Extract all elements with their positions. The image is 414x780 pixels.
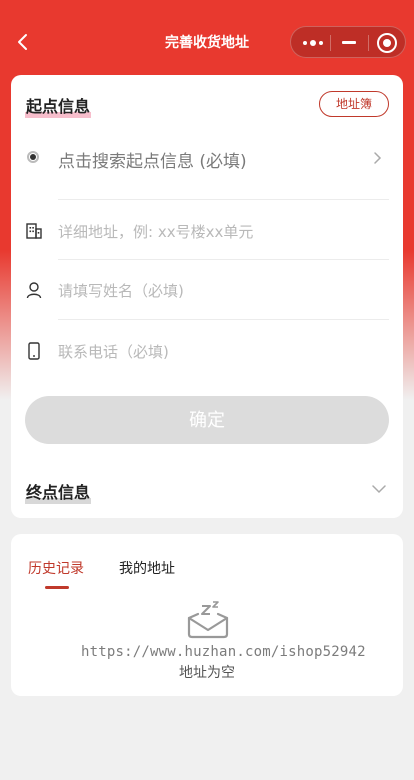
watermark-text: https://www.huzhan.com/ishop52942 <box>81 644 366 660</box>
close-capsule-button[interactable] <box>377 33 397 53</box>
start-info-card: 起点信息 地址簿 点击搜索起点信息 (必填) 详细地址，例: xx号楼xx单元 … <box>11 75 403 518</box>
person-icon <box>26 282 42 299</box>
detail-address-input: 详细地址，例: xx号楼xx单元 <box>58 223 254 241</box>
active-tab-indicator <box>45 586 69 589</box>
navigation-bar: 完善收货地址 <box>0 22 414 62</box>
empty-state-text: 地址为空 <box>179 665 235 681</box>
chevron-right-icon <box>374 152 382 164</box>
name-input: 请填写姓名（必填) <box>58 282 184 300</box>
chevron-down-icon[interactable] <box>371 481 387 497</box>
divider <box>330 35 331 51</box>
detail-address-row[interactable]: 详细地址，例: xx号楼xx单元 <box>11 200 403 260</box>
phone-icon <box>28 342 40 360</box>
mini-program-capsule <box>290 26 406 58</box>
name-row[interactable]: 请填写姓名（必填) <box>11 260 403 320</box>
start-search-placeholder: 点击搜索起点信息 (必填) <box>58 152 247 172</box>
start-section-title: 起点信息 <box>25 97 92 118</box>
end-section-title[interactable]: 终点信息 <box>25 479 92 504</box>
phone-row[interactable]: 联系电话（必填) <box>11 320 403 380</box>
minimize-button[interactable] <box>342 41 356 44</box>
history-card: 历史记录 我的地址 https://www.huzhan.com/ishop52… <box>11 534 403 696</box>
divider <box>368 35 369 51</box>
start-search-row[interactable]: 点击搜索起点信息 (必填) <box>11 145 403 200</box>
location-dot-icon <box>27 151 39 163</box>
empty-box-icon <box>187 601 229 639</box>
address-book-button[interactable]: 地址簿 <box>319 91 389 117</box>
phone-input: 联系电话（必填) <box>58 343 169 361</box>
confirm-button[interactable]: 确定 <box>25 396 389 444</box>
tab-history[interactable]: 历史记录 <box>28 558 84 578</box>
building-icon <box>26 223 42 239</box>
tab-my-address[interactable]: 我的地址 <box>119 558 175 578</box>
more-button[interactable] <box>303 40 326 60</box>
